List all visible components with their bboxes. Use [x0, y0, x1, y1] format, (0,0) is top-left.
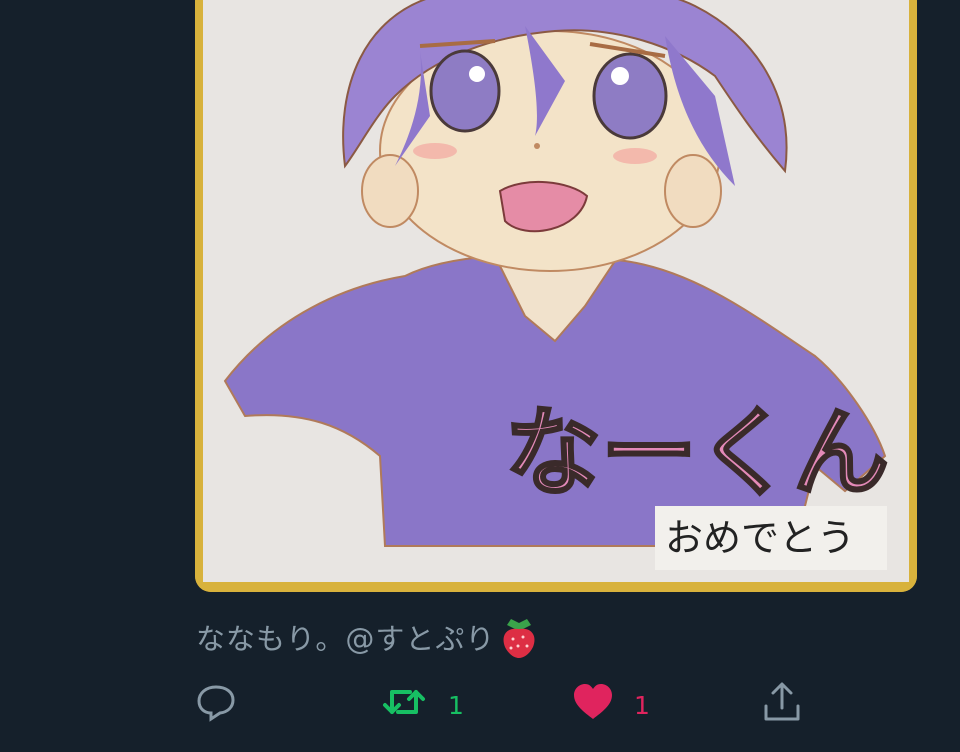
- reply-icon: [196, 682, 236, 728]
- share-icon: [760, 680, 804, 730]
- drawing-artwork: なーくん おめでとう: [195, 0, 917, 592]
- artwork-sub-text: おめでとう: [665, 516, 855, 560]
- retweet-count: 1: [448, 690, 464, 720]
- tweet-actions: 1 1: [0, 680, 960, 730]
- like-count: 1: [634, 690, 650, 720]
- mention-text[interactable]: ななもり。@すとぷり: [196, 616, 495, 658]
- retweet-icon: [380, 682, 428, 728]
- like-button[interactable]: 1: [572, 680, 650, 730]
- artwork-main-text: なーくん: [505, 397, 889, 509]
- tweet-mention: ななもり。@すとぷり: [196, 612, 539, 662]
- strawberry-icon: [499, 615, 539, 659]
- share-button[interactable]: [760, 680, 804, 730]
- tweet-view: なーくん おめでとう ななもり。@すとぷり 1 1: [0, 0, 960, 752]
- tweet-image[interactable]: なーくん おめでとう: [195, 0, 917, 592]
- heart-icon: [572, 682, 614, 728]
- reply-button[interactable]: [196, 680, 236, 730]
- retweet-button[interactable]: 1: [380, 680, 464, 730]
